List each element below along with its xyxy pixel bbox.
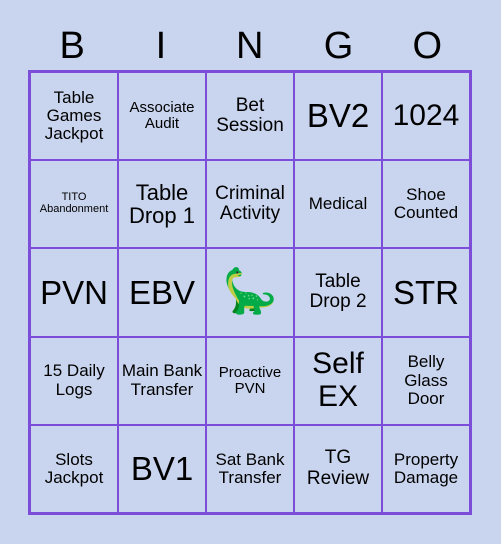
bingo-free-space[interactable]: 🦕 <box>207 249 293 336</box>
bingo-cell-label: STR <box>393 273 459 311</box>
bingo-cell[interactable]: Bet Session <box>207 73 293 160</box>
bingo-cell[interactable]: EBV <box>119 249 205 336</box>
bingo-cell-label: Self EX <box>312 347 364 413</box>
bingo-cell[interactable]: Sat Bank Transfer <box>207 425 293 512</box>
bingo-cell-label: Associate Audit <box>129 98 195 133</box>
bingo-cell[interactable]: Proactive PVN <box>207 337 293 424</box>
bingo-cell-label: Criminal Activity <box>215 182 285 225</box>
bingo-cell[interactable]: Criminal Activity <box>207 161 293 248</box>
header-letter-n: N <box>236 25 264 67</box>
header-letter-b: B <box>59 25 86 67</box>
bingo-cell-label: Belly Glass Door <box>404 352 448 408</box>
bingo-cell[interactable]: PVN <box>31 249 117 336</box>
bingo-grid: Table Games Jackpot Associate Audit Bet Se… <box>28 70 472 515</box>
bingo-card: B I N G O Table Games Jackpot Associate A… <box>0 0 501 544</box>
bingo-cell-label: Table Drop 2 <box>309 270 367 313</box>
bingo-cell[interactable]: 1024 <box>383 73 469 160</box>
bingo-cell-label: Shoe Counted <box>393 184 459 223</box>
bingo-cell[interactable]: Property Damage <box>383 425 469 512</box>
bingo-cell-label: Sat Bank Transfer <box>215 449 285 487</box>
bingo-cell-label: Property Damage <box>393 449 459 487</box>
bingo-cell-label: Table Drop 1 <box>128 179 196 229</box>
bingo-cell[interactable]: Medical <box>295 161 381 248</box>
bingo-cell[interactable]: Associate Audit <box>119 73 205 160</box>
bingo-cell-label: Medical <box>308 194 368 214</box>
header-letter-g: G <box>323 25 354 67</box>
bingo-cell[interactable]: Belly Glass Door <box>383 337 469 424</box>
bingo-cell-label: EBV <box>128 273 196 311</box>
bingo-cell-label: Table Games Jackpot <box>44 87 104 144</box>
bingo-cell-label: TITO Abandonment <box>39 191 109 216</box>
bingo-cell-label: Slots Jackpot <box>44 449 104 487</box>
bingo-cell[interactable]: BV1 <box>119 425 205 512</box>
bingo-cell[interactable]: Shoe Counted <box>383 161 469 248</box>
bingo-cell[interactable]: TG Review <box>295 425 381 512</box>
header-letter-i: I <box>155 25 167 67</box>
bingo-cell[interactable]: Self EX <box>295 337 381 424</box>
bingo-cell[interactable]: TITO Abandonment <box>31 161 117 248</box>
bingo-header: B I N G O <box>28 22 472 70</box>
bingo-cell[interactable]: Main Bank Transfer <box>119 337 205 424</box>
bingo-cell-label: BV1 <box>130 450 194 488</box>
bingo-cell-label: 15 Daily Logs <box>43 361 105 399</box>
bingo-cell[interactable]: 15 Daily Logs <box>31 337 117 424</box>
bingo-cell-label: PVN <box>40 273 108 311</box>
bingo-cell-label: TG Review <box>306 447 370 489</box>
bingo-cell[interactable]: Table Drop 1 <box>119 161 205 248</box>
bingo-cell-label: Main Bank Transfer <box>121 361 203 399</box>
bingo-cell[interactable]: Table Drop 2 <box>295 249 381 336</box>
bingo-cell[interactable]: Slots Jackpot <box>31 425 117 512</box>
dinosaur-icon: 🦕 <box>222 267 278 317</box>
bingo-cell[interactable]: STR <box>383 249 469 336</box>
bingo-cell-label: 1024 <box>392 98 460 132</box>
bingo-cell[interactable]: Table Games Jackpot <box>31 73 117 160</box>
bingo-cell[interactable]: BV2 <box>295 73 381 160</box>
bingo-cell-label: BV2 <box>306 97 370 135</box>
bingo-cell-label: Proactive PVN <box>218 363 282 397</box>
bingo-cell-label: Bet Session <box>216 94 284 137</box>
header-letter-o: O <box>412 25 443 67</box>
